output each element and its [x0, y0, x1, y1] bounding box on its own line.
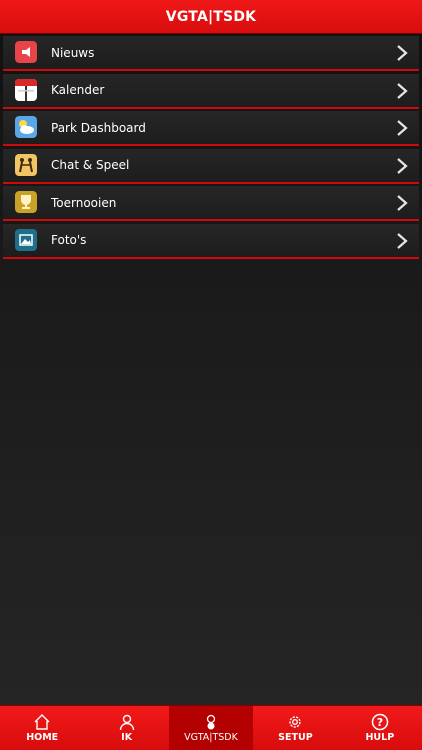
- bottom-tab-bar: HOME IK VGTA|TSDK SETUP ? HULP: [0, 705, 422, 750]
- menu-item-label: Foto's: [51, 233, 87, 247]
- menu-item-chat-speel[interactable]: Chat & Speel: [3, 148, 419, 184]
- page-title: VGTA|TSDK: [165, 8, 257, 25]
- chevron-right-icon: [395, 157, 409, 175]
- trophy-icon: [15, 191, 37, 213]
- tab-ik[interactable]: IK: [84, 706, 168, 750]
- tab-label: SETUP: [278, 732, 313, 743]
- chat-play-icon: [15, 153, 37, 176]
- tab-label: VGTA|TSDK: [184, 732, 238, 743]
- menu-item-kalender[interactable]: Kalender: [3, 73, 419, 109]
- photo-icon: [15, 228, 37, 251]
- menu-item-label: Nieuws: [51, 45, 95, 60]
- menu-item-toernooien[interactable]: Toernooien: [3, 186, 419, 221]
- menu-item-label: Toernooien: [51, 195, 117, 210]
- menu-item-nieuws[interactable]: Nieuws: [3, 36, 419, 71]
- menu-item-park-dashboard[interactable]: Park Dashboard: [3, 111, 419, 146]
- svg-text:?: ?: [377, 716, 383, 729]
- tab-label: HOME: [26, 732, 59, 743]
- club-icon: [202, 713, 220, 731]
- megaphone-icon: [15, 41, 37, 63]
- menu-item-label: Chat & Speel: [51, 158, 130, 172]
- tab-label: HULP: [365, 732, 395, 743]
- tab-vgta-tsdk[interactable]: VGTA|TSDK: [168, 706, 254, 750]
- menu-list: Nieuws Kalender Park Dashboard Chat & Sp…: [3, 36, 419, 261]
- chevron-right-icon: [395, 82, 409, 100]
- person-icon: [118, 713, 136, 731]
- help-icon: ?: [371, 713, 389, 731]
- calendar-icon: [15, 78, 37, 101]
- gear-icon: [286, 713, 304, 731]
- menu-item-fotos[interactable]: Foto's: [3, 223, 419, 259]
- chevron-right-icon: [395, 44, 409, 62]
- tab-hulp[interactable]: ? HULP: [338, 706, 422, 750]
- weather-icon: [15, 116, 37, 138]
- app-screen: VGTA|TSDK Nieuws Kalender Park Dashboard…: [0, 0, 422, 750]
- menu-item-label: Kalender: [51, 83, 105, 97]
- tab-label: IK: [121, 732, 133, 743]
- tab-home[interactable]: HOME: [0, 706, 84, 750]
- menu-item-label: Park Dashboard: [51, 120, 146, 135]
- chevron-right-icon: [395, 194, 409, 212]
- chevron-right-icon: [395, 232, 409, 250]
- chevron-right-icon: [395, 119, 409, 137]
- header-bar: VGTA|TSDK: [0, 0, 422, 34]
- tab-setup[interactable]: SETUP: [253, 706, 337, 750]
- home-icon: [33, 713, 51, 731]
